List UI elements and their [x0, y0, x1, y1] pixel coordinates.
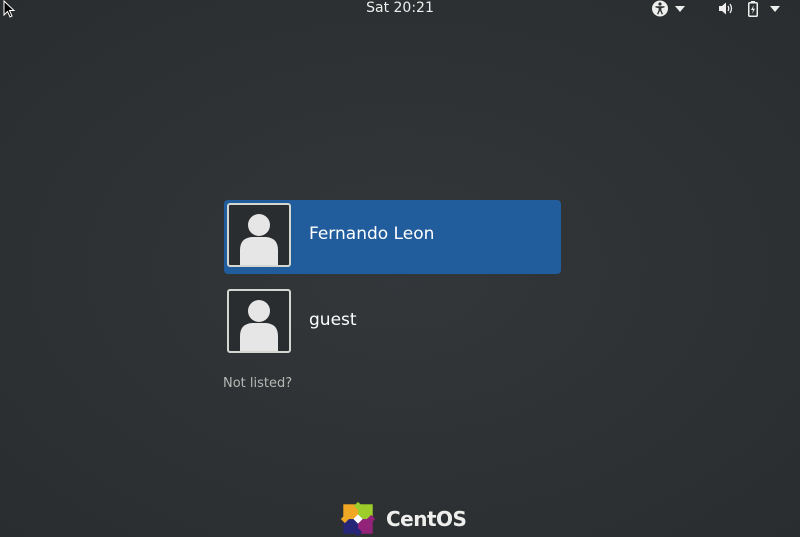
login-screen: Sat 20:21 Fernando Leon guest Not listed…: [0, 0, 800, 537]
centos-logo-icon: [340, 501, 376, 537]
volume-icon[interactable]: [718, 1, 734, 16]
system-menu[interactable]: [718, 0, 786, 17]
not-listed-link[interactable]: Not listed?: [223, 376, 292, 391]
user-avatar-icon: [227, 203, 291, 267]
centos-logo: CentOS: [336, 501, 467, 537]
user-avatar-icon: [227, 289, 291, 353]
user-name: Fernando Leon: [309, 224, 435, 244]
top-bar: Sat 20:21: [0, 0, 800, 18]
accessibility-icon[interactable]: [651, 0, 669, 17]
user-name: guest: [309, 310, 357, 330]
chevron-down-icon[interactable]: [770, 5, 780, 12]
chevron-down-icon[interactable]: [675, 5, 685, 12]
user-row-fernando-leon[interactable]: Fernando Leon: [224, 200, 561, 274]
accessibility-menu[interactable]: [651, 0, 691, 17]
user-row-guest[interactable]: guest: [224, 286, 561, 354]
battery-charging-icon[interactable]: [748, 0, 758, 17]
logo-text: CentOS: [386, 507, 467, 531]
user-list: Fernando Leon guest: [224, 200, 561, 366]
